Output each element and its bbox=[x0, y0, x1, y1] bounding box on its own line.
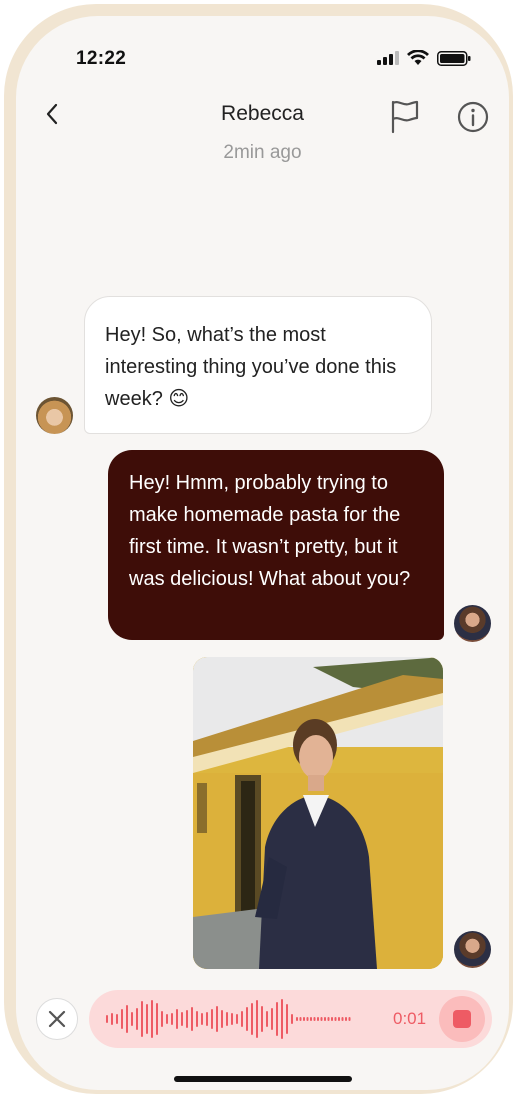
signal-icon bbox=[377, 51, 399, 65]
outgoing-message-text: Hey! Hmm, probably trying to make homema… bbox=[129, 472, 411, 590]
battery-icon bbox=[437, 50, 471, 66]
incoming-message-text: Hey! So, what’s the most interesting thi… bbox=[105, 324, 397, 410]
status-icons bbox=[377, 50, 471, 66]
contact-name: Rebecca bbox=[221, 102, 304, 125]
voice-recording-bar: 0:01 bbox=[89, 990, 492, 1048]
photo-message[interactable] bbox=[193, 657, 443, 969]
chat-screen: 12:22 Rebecca 2min ago Hey! So, what’s t… bbox=[16, 16, 509, 1090]
waveform-icon bbox=[106, 999, 351, 1039]
info-icon bbox=[457, 101, 489, 133]
stop-icon bbox=[453, 1010, 471, 1028]
last-seen-label: 2min ago bbox=[223, 142, 302, 163]
recording-timer: 0:01 bbox=[393, 1009, 427, 1028]
phone-frame: 12:22 Rebecca 2min ago Hey! So, what’s t… bbox=[4, 4, 513, 1094]
close-icon bbox=[48, 1010, 66, 1028]
home-indicator bbox=[174, 1076, 352, 1082]
cancel-recording-button[interactable] bbox=[36, 998, 78, 1040]
incoming-message-bubble[interactable]: Hey! So, what’s the most interesting thi… bbox=[84, 296, 432, 434]
stop-recording-button[interactable] bbox=[439, 996, 485, 1042]
wifi-icon bbox=[407, 50, 429, 65]
avatar-me[interactable] bbox=[454, 931, 491, 968]
avatar-rebecca[interactable] bbox=[36, 397, 73, 434]
status-time: 12:22 bbox=[76, 48, 127, 69]
flag-icon bbox=[391, 100, 419, 134]
avatar-me[interactable] bbox=[454, 605, 491, 642]
photo-image bbox=[193, 657, 443, 969]
report-button[interactable] bbox=[388, 98, 422, 134]
outgoing-message-bubble[interactable]: Hey! Hmm, probably trying to make homema… bbox=[108, 450, 444, 640]
info-button[interactable] bbox=[456, 100, 490, 134]
